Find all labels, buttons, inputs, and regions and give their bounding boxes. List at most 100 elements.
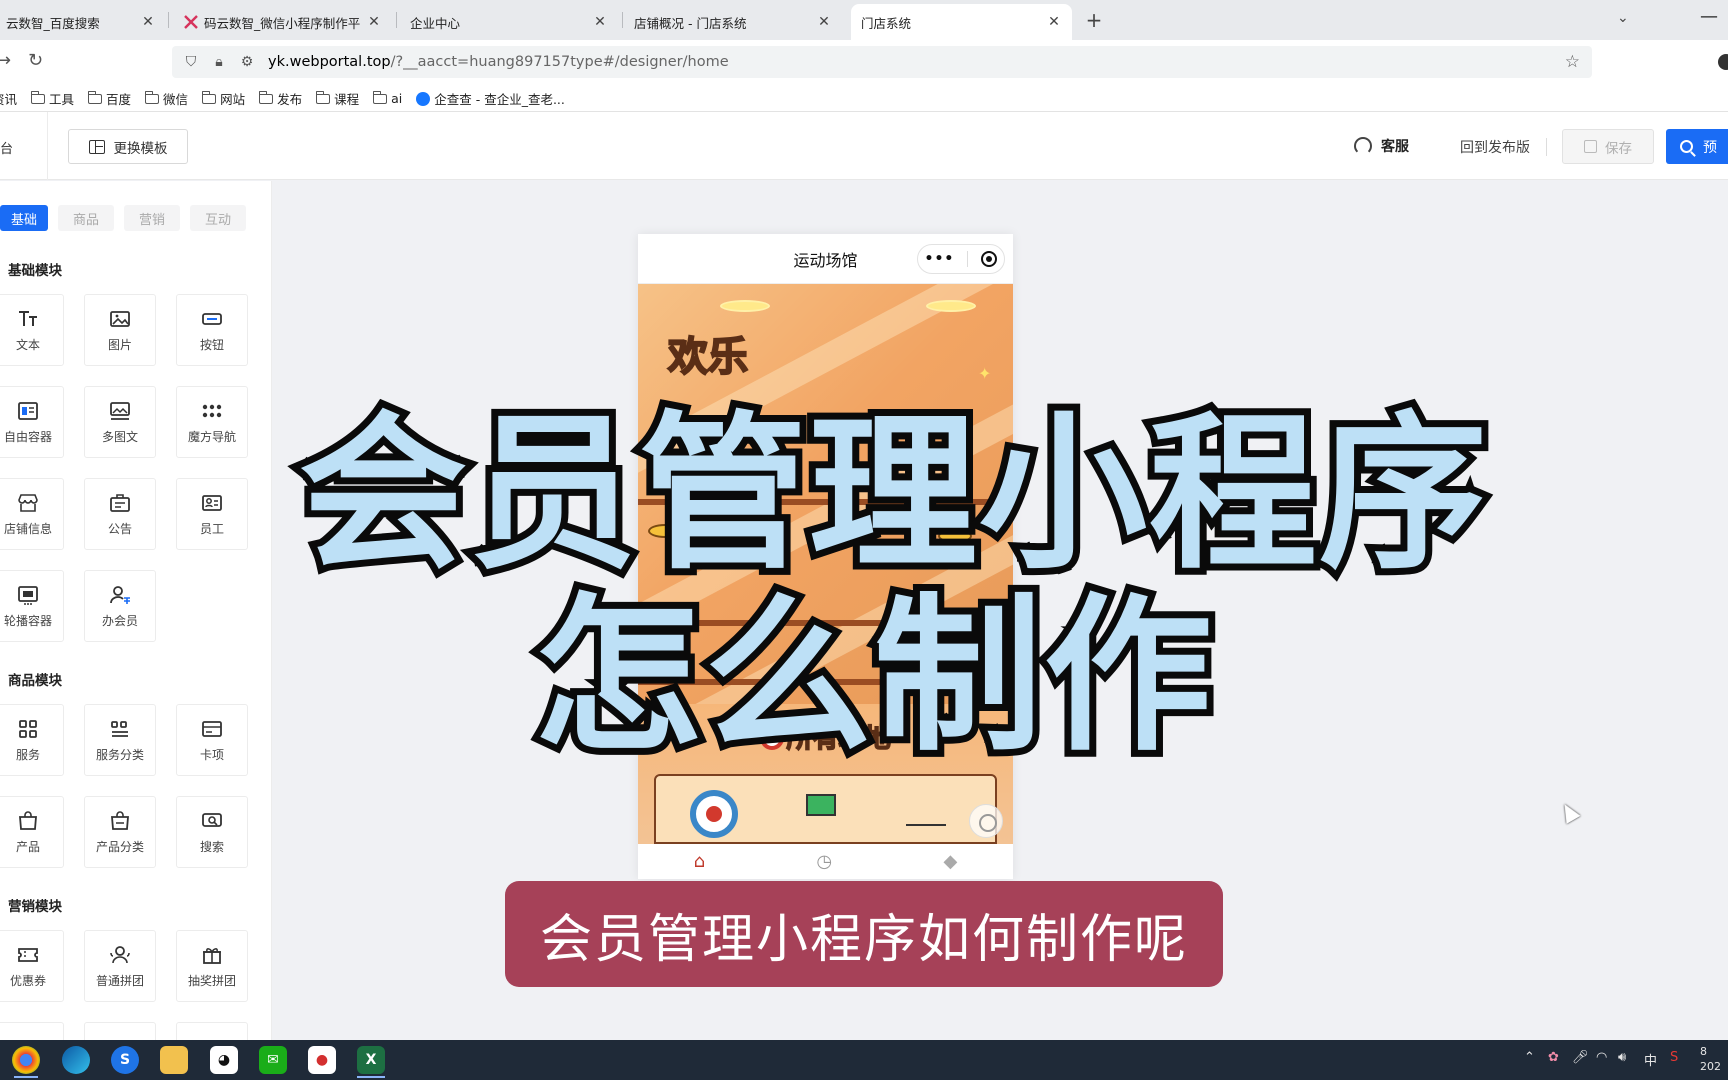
tab-close-icon[interactable]: ✕ bbox=[816, 14, 832, 30]
component-partial[interactable] bbox=[176, 1022, 248, 1040]
shield-icon[interactable]: ⛉ bbox=[182, 54, 200, 70]
bookmark-folder-ai[interactable]: ai bbox=[373, 90, 403, 106]
sogou-browser-icon[interactable]: S bbox=[111, 1046, 139, 1074]
bookmark-folder-tools[interactable]: 工具 bbox=[31, 89, 74, 108]
bookmark-folder-sites[interactable]: 网站 bbox=[202, 89, 245, 108]
component-text[interactable]: 文本 bbox=[0, 294, 64, 366]
tab-close-icon[interactable]: ✕ bbox=[592, 14, 608, 30]
component-search[interactable]: 搜索 bbox=[176, 796, 248, 868]
windows-taskbar: S ◕ ✉ ● X ⌃ ✿ 🎤︎ ◠ 🔊︎ 中 S 8 202 bbox=[0, 1040, 1728, 1080]
home-icon[interactable]: ⌂ bbox=[694, 851, 705, 872]
more-dots-icon[interactable]: ••• bbox=[925, 251, 955, 267]
tab-title: 店铺概况 - 门店系统 bbox=[634, 15, 747, 31]
banner-lamp bbox=[926, 300, 976, 312]
bookmark-folder-baidu[interactable]: 百度 bbox=[88, 89, 131, 108]
close-target-icon[interactable] bbox=[981, 251, 998, 267]
bookmark-label: 微信 bbox=[163, 92, 189, 107]
microphone-icon[interactable]: 🎤︎ bbox=[1572, 1050, 1589, 1065]
new-tab-button[interactable]: + bbox=[1082, 8, 1106, 32]
group-title-marketing: 营销模块 bbox=[8, 899, 62, 915]
customer-service-button[interactable]: 客服 bbox=[1354, 136, 1409, 156]
component-label: 抽奖拼团 bbox=[187, 974, 236, 988]
component-lottery-group-buy[interactable]: 抽奖拼团 bbox=[176, 930, 248, 1002]
bookmark-folder-publish[interactable]: 发布 bbox=[259, 89, 302, 108]
component-partial[interactable] bbox=[84, 1022, 156, 1040]
bookmark-star-icon[interactable]: ☆ bbox=[1565, 52, 1580, 72]
component-product[interactable]: 产品 bbox=[0, 796, 64, 868]
customer-service-label: 客服 bbox=[1381, 139, 1409, 155]
component-group-buy[interactable]: 普通拼团 bbox=[84, 930, 156, 1002]
tab-close-icon[interactable]: ✕ bbox=[1046, 14, 1062, 30]
excel-icon[interactable]: X bbox=[357, 1046, 385, 1074]
component-image[interactable]: 图片 bbox=[84, 294, 156, 366]
change-template-button[interactable]: 更换模板 bbox=[68, 129, 188, 164]
tab-goods[interactable]: 商品 bbox=[58, 205, 114, 231]
bookmarks-bar: 资讯 工具 百度 微信 网站 发布 课程 ai 企查查 - 查企业_查老... bbox=[0, 86, 1728, 112]
url-text[interactable]: yk.webportal.top/?__aacct=huang897157typ… bbox=[268, 54, 729, 70]
reload-icon[interactable]: ↻ bbox=[28, 50, 43, 71]
tab-title: 门店系统 bbox=[861, 15, 912, 31]
bookmark-label: 发布 bbox=[277, 92, 303, 107]
file-explorer-icon[interactable] bbox=[160, 1046, 188, 1074]
bookmark-folder-wechat[interactable]: 微信 bbox=[145, 89, 188, 108]
diamond-icon[interactable]: ◆ bbox=[943, 851, 957, 872]
component-product-category[interactable]: 产品分类 bbox=[84, 796, 156, 868]
url-path: /?__aacct=huang897157type#/designer/home bbox=[390, 54, 729, 70]
ime-indicator[interactable]: 中 bbox=[1644, 1050, 1657, 1069]
address-bar[interactable]: ⛉ 🔒︎ ⚙ yk.webportal.top/?__aacct=huang89… bbox=[172, 46, 1592, 78]
save-button[interactable]: 保存 bbox=[1562, 129, 1654, 164]
system-clock[interactable]: 8 202 bbox=[1700, 1044, 1721, 1074]
tray-chevron-up-icon[interactable]: ⌃ bbox=[1524, 1050, 1535, 1065]
bookmark-label: 网站 bbox=[220, 92, 246, 107]
tab-basic[interactable]: 基础 bbox=[0, 205, 48, 231]
tab-close-icon[interactable]: ✕ bbox=[366, 14, 382, 30]
folder-icon bbox=[373, 90, 388, 104]
bookmark-folder-courses[interactable]: 课程 bbox=[316, 89, 359, 108]
sogou-ime-icon[interactable]: S bbox=[1670, 1050, 1678, 1065]
bookmark-label: ai bbox=[391, 91, 403, 106]
lock-icon[interactable]: 🔒︎ bbox=[210, 54, 228, 70]
tab-interaction[interactable]: 互动 bbox=[190, 205, 246, 231]
back-to-release-button[interactable]: 回到发布版 bbox=[1460, 137, 1530, 157]
screen-capture-icon[interactable]: ● bbox=[308, 1046, 336, 1074]
bookmark-qichacha[interactable]: 企查查 - 查企业_查老... bbox=[416, 89, 565, 108]
clock-date: 202 bbox=[1700, 1060, 1721, 1073]
browser-tab-store-system[interactable]: 门店系统 ✕ bbox=[851, 4, 1072, 40]
preview-button[interactable]: 预 bbox=[1666, 129, 1728, 164]
extension-icon[interactable] bbox=[1718, 54, 1728, 70]
component-partial[interactable] bbox=[0, 1022, 64, 1040]
tray-flower-icon[interactable]: ✿ bbox=[1548, 1050, 1559, 1065]
bookmark-label: 企查查 - 查企业_查老... bbox=[434, 92, 565, 107]
clock-icon[interactable]: ◷ bbox=[816, 851, 832, 872]
header-divider bbox=[1546, 138, 1547, 156]
browser-tab-mayun[interactable]: 码云数智_微信小程序制作平台_ ✕ bbox=[174, 4, 392, 40]
tab-marketing[interactable]: 营销 bbox=[124, 205, 180, 231]
browser-tab-store-overview[interactable]: 店铺概况 - 门店系统 ✕ bbox=[624, 4, 842, 40]
tab-list-chevron-icon[interactable]: ⌄ bbox=[1617, 10, 1629, 26]
tab-close-icon[interactable]: ✕ bbox=[140, 14, 156, 30]
banner-lamp bbox=[720, 300, 770, 312]
qq-icon[interactable]: ◕ bbox=[210, 1046, 238, 1074]
bookmark-zixun[interactable]: 资讯 bbox=[0, 89, 17, 108]
wechat-icon[interactable]: ✉ bbox=[259, 1046, 287, 1074]
permissions-icon[interactable]: ⚙ bbox=[238, 54, 256, 70]
component-label: 产品分类 bbox=[95, 840, 144, 854]
browser-tab-enterprise[interactable]: 企业中心 ✕ bbox=[400, 4, 618, 40]
window-minimize-icon[interactable]: — bbox=[1700, 6, 1718, 27]
component-coupon[interactable]: 优惠券 bbox=[0, 930, 64, 1002]
gift-icon bbox=[200, 943, 224, 967]
miniprogram-capsule[interactable]: ••• bbox=[917, 244, 1005, 274]
tab-title: 企业中心 bbox=[410, 15, 461, 31]
edge-icon[interactable] bbox=[62, 1046, 90, 1074]
component-button[interactable]: 按钮 bbox=[176, 294, 248, 366]
volume-icon[interactable]: 🔊︎ bbox=[1618, 1050, 1626, 1065]
floating-contact-button[interactable] bbox=[969, 804, 1003, 838]
chrome-icon[interactable] bbox=[12, 1046, 40, 1074]
venue-board[interactable] bbox=[654, 774, 997, 844]
change-template-label: 更换模板 bbox=[113, 140, 168, 157]
wifi-icon[interactable]: ◠ bbox=[1596, 1050, 1607, 1065]
browser-tab-baidu[interactable]: 云数智_百度搜索 ✕ bbox=[0, 4, 166, 40]
folder-icon bbox=[259, 90, 274, 104]
forward-arrow-icon[interactable]: → bbox=[0, 50, 11, 71]
browser-toolbar: → ↻ ⛉ 🔒︎ ⚙ yk.webportal.top/?__aacct=hua… bbox=[0, 40, 1728, 86]
